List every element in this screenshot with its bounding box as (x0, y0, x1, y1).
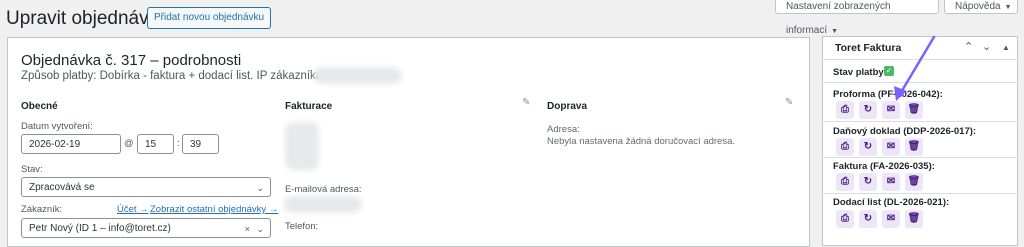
shipping-address-label: Adresa: (547, 124, 580, 135)
email-icon[interactable]: ✉ (882, 210, 900, 228)
move-down-icon[interactable]: ⌄ (982, 40, 991, 53)
print-icon[interactable]: ⎙ (836, 101, 854, 119)
redacted-billing-address (289, 126, 315, 166)
status-value: Zpracovává se (29, 182, 95, 193)
redacted-email (288, 200, 358, 209)
redacted-ip (318, 71, 398, 80)
divider (822, 121, 1018, 122)
order-title: Objednávka č. 317 – podrobnosti (21, 52, 242, 69)
triangle-down-icon: ▼ (831, 28, 839, 35)
customer-label: Zákazník: (21, 204, 63, 215)
print-icon[interactable]: ⎙ (836, 210, 854, 228)
regenerate-icon[interactable]: ↻ (859, 138, 877, 156)
help-label: Nápověda (955, 1, 1001, 12)
divider (822, 157, 1018, 158)
tax-doc-label: Daňový doklad (DDP-2026-017): (833, 126, 977, 137)
add-order-button[interactable]: Přidat novou objednávku (147, 7, 272, 29)
regenerate-icon[interactable]: ↻ (859, 210, 877, 228)
status-label: Stav: (21, 164, 43, 175)
screen-options-tab[interactable]: Nastavení zobrazených informací ▼ (775, 0, 939, 36)
customer-profile-link[interactable]: Účet → (117, 204, 149, 215)
billing-heading: Fakturace (285, 101, 333, 112)
customer-value: Petr Nový (ID 1 – info@toret.cz) (29, 223, 171, 234)
customer-select[interactable]: Petr Nový (ID 1 – info@toret.cz) × ⌄ (21, 218, 271, 238)
date-input[interactable]: 2026-02-19 (21, 134, 121, 154)
triangle-down-icon: ▼ (1004, 4, 1012, 11)
shipping-heading: Doprava (547, 101, 588, 112)
edit-billing-pencil-icon[interactable]: ✎ (522, 97, 530, 108)
print-icon[interactable]: ⎙ (836, 138, 854, 156)
customer-orders-link[interactable]: Zobrazit ostatní objednávky → (150, 204, 278, 215)
delete-icon[interactable]: 🗑 (905, 210, 923, 228)
minute-input[interactable]: 39 (182, 134, 219, 154)
collapse-toggle-icon[interactable]: ▲ (1002, 43, 1010, 52)
email-icon[interactable]: ✉ (882, 173, 900, 191)
delete-icon[interactable]: 🗑 (905, 173, 923, 191)
payment-status-label: Stav platby: (833, 67, 887, 78)
screen-options-label: Nastavení zobrazených informací (786, 1, 891, 36)
chevron-down-icon: ⌄ (256, 183, 264, 193)
help-tab[interactable]: Nápověda ▼ (944, 0, 1018, 14)
page-title: Upravit objednávku (6, 8, 169, 29)
hour-input[interactable]: 15 (137, 134, 174, 154)
date-label: Datum vytvoření: (21, 121, 93, 132)
email-label: E-mailová adresa: (285, 184, 362, 195)
phone-label: Telefon: (285, 221, 319, 232)
general-heading: Obecné (21, 101, 58, 112)
email-icon[interactable]: ✉ (882, 138, 900, 156)
annotation-arrow-icon (894, 35, 936, 101)
time-colon: : (177, 138, 180, 149)
invoice-label: Faktura (FA-2026-035): (833, 161, 935, 172)
delivery-note-label: Dodací list (DL-2026-021): (833, 197, 950, 208)
regenerate-icon[interactable]: ↻ (859, 173, 877, 191)
divider (822, 193, 1018, 194)
payment-line: Způsob platby: Dobírka - faktura + dodac… (21, 70, 326, 82)
print-icon[interactable]: ⎙ (836, 173, 854, 191)
shipping-address-value: Nebyla nastavena žádná doručovací adresa… (547, 136, 736, 147)
clear-icon[interactable]: × (245, 219, 250, 239)
at-sign: @ (124, 138, 134, 149)
move-up-icon[interactable]: ⌃ (964, 40, 973, 53)
edit-shipping-pencil-icon[interactable]: ✎ (785, 97, 793, 108)
chevron-down-icon: ⌄ (256, 224, 264, 234)
delete-icon[interactable]: 🗑 (905, 138, 923, 156)
regenerate-icon[interactable]: ↻ (859, 101, 877, 119)
status-select[interactable]: Zpracovává se ⌄ (21, 177, 271, 197)
